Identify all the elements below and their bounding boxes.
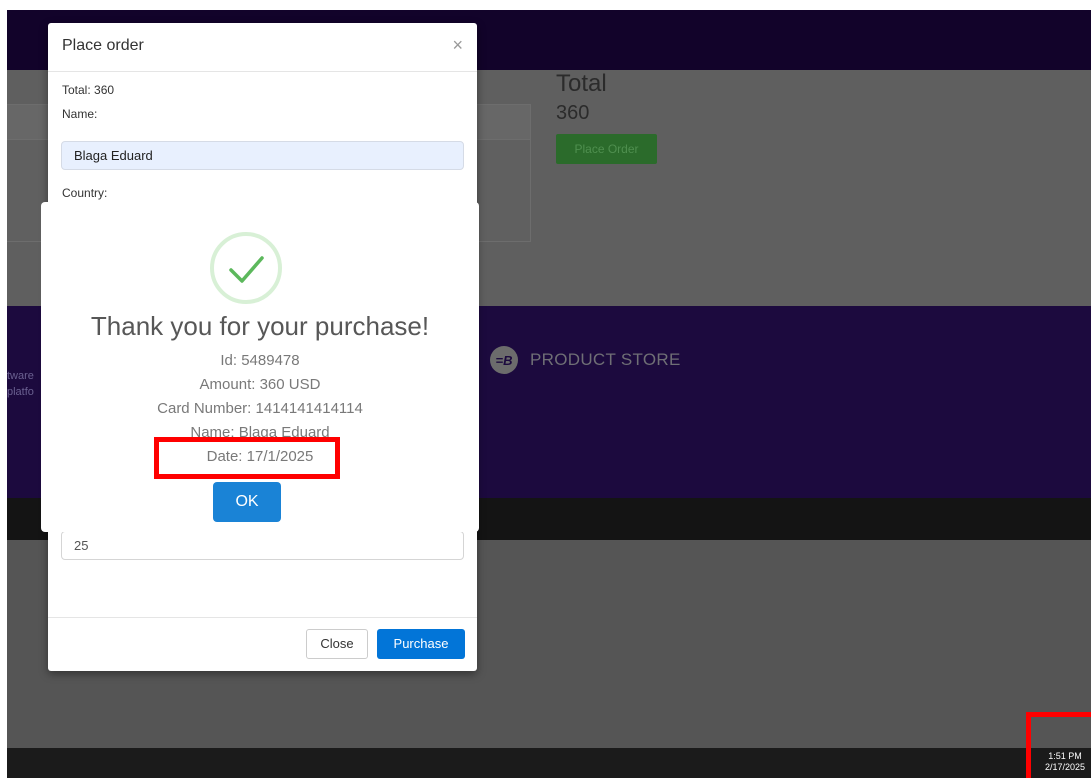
footer-brand: =B PRODUCT STORE xyxy=(490,346,681,374)
taskbar: 1:51 PM 2/17/2025 xyxy=(7,748,1091,778)
close-icon[interactable]: × xyxy=(452,35,463,56)
modal-title: Place order xyxy=(62,37,144,54)
order-amount: Amount: 360 USD xyxy=(199,376,321,393)
year-input[interactable]: 25 xyxy=(61,531,464,560)
modal-footer: Close Purchase xyxy=(48,617,477,672)
customer-name: Name: Blaga Eduard xyxy=(190,424,330,437)
country-label: Country: xyxy=(62,186,108,200)
brand-name: PRODUCT STORE xyxy=(530,350,681,369)
footer-about-text: tware platfo xyxy=(7,368,34,400)
card-number: Card Number: 1414141414114 xyxy=(157,400,363,417)
order-id: Id: 5489478 xyxy=(220,352,300,369)
place-order-button[interactable]: Place Order xyxy=(556,134,657,164)
modal-total-text: Total: 360 xyxy=(62,83,115,97)
purchase-confirmation-alert: Thank you for your purchase! Id: 5489478… xyxy=(41,202,479,532)
ok-button[interactable]: OK xyxy=(213,482,281,522)
modal-header: Place order × xyxy=(48,23,477,72)
brand-logo-icon: =B xyxy=(490,346,518,374)
footer-about-line: platfo xyxy=(7,386,34,398)
name-input[interactable]: Blaga Eduard xyxy=(61,141,464,170)
check-icon xyxy=(210,232,282,304)
cart-total-label: Total xyxy=(556,70,607,97)
name-label: Name: xyxy=(62,107,98,121)
close-button[interactable]: Close xyxy=(306,629,368,659)
alert-title: Thank you for your purchase! xyxy=(90,311,430,341)
browser-page: Total 360 Place Order tware platfo =B PR… xyxy=(7,10,1091,778)
cart-total-value: 360 xyxy=(556,102,590,124)
date-highlight-box xyxy=(154,437,340,479)
clock-highlight-box xyxy=(1026,712,1091,778)
purchase-button[interactable]: Purchase xyxy=(377,629,465,659)
footer-about-line: tware xyxy=(7,370,34,382)
